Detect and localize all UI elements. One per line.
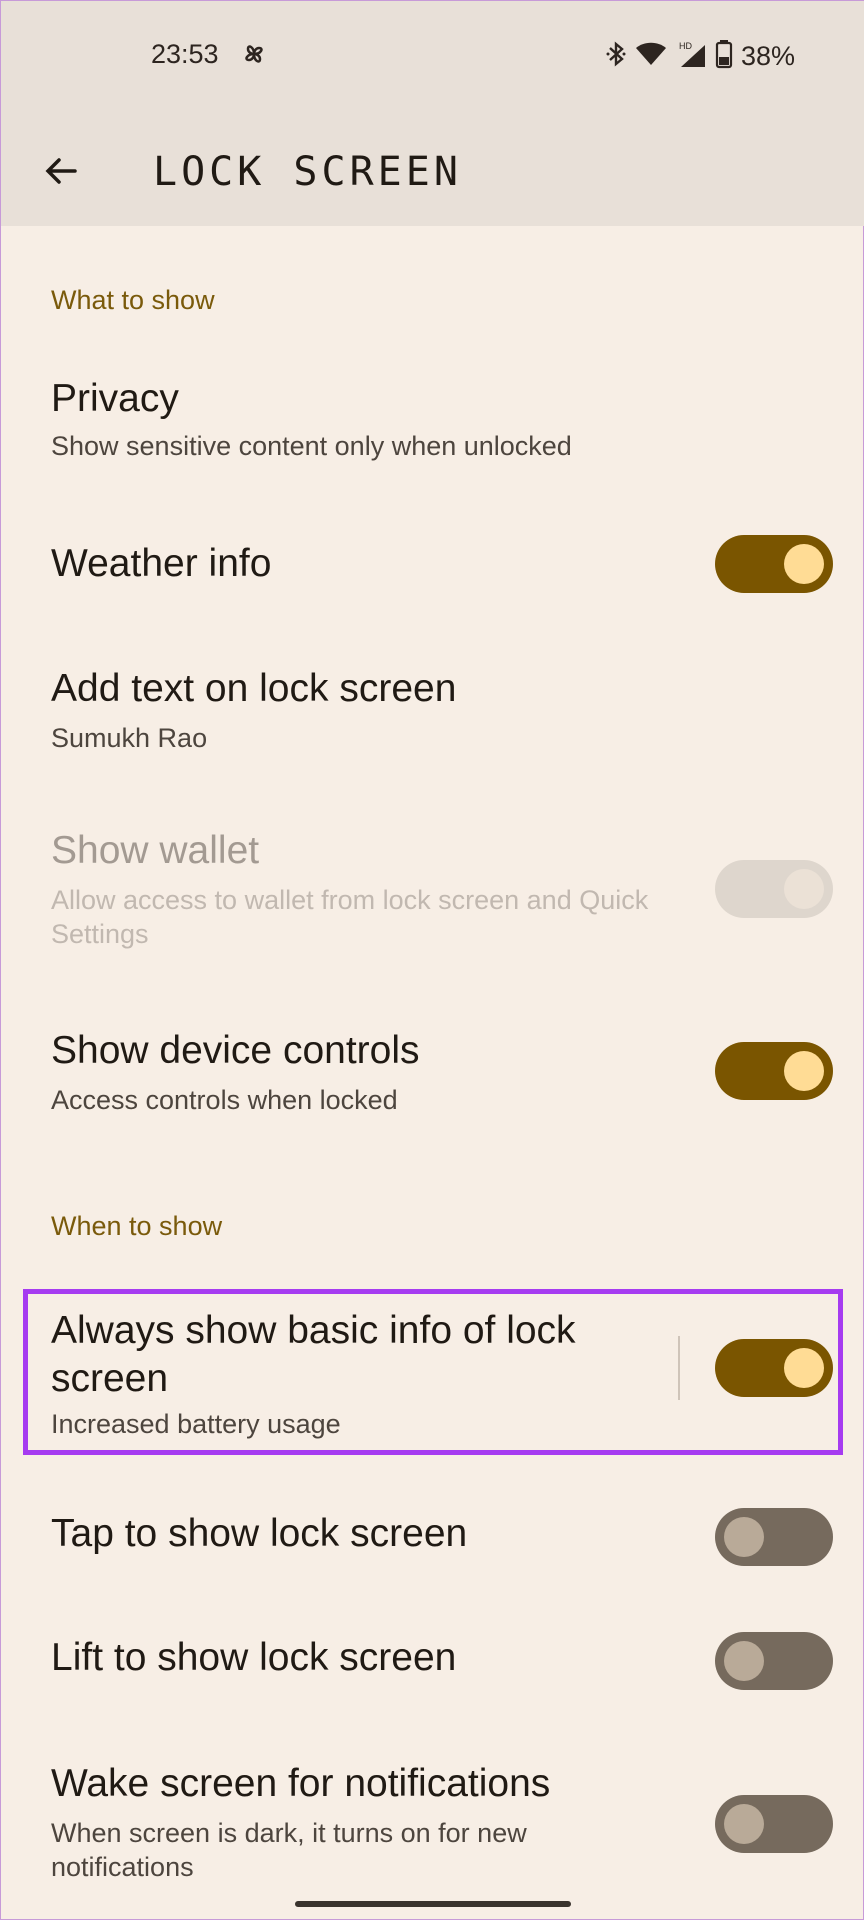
item-subtitle: Access controls when locked	[51, 1085, 398, 1115]
toggle-knob	[784, 869, 824, 909]
lift-to-show-toggle[interactable]	[715, 1632, 833, 1690]
battery-icon	[715, 39, 733, 74]
svg-text:HD: HD	[679, 41, 692, 51]
device-controls-toggle[interactable]	[715, 1042, 833, 1100]
status-time: 23:53	[151, 39, 219, 69]
wifi-icon	[635, 40, 667, 73]
weather-info-toggle[interactable]	[715, 535, 833, 593]
page-title: LOCK SCREEN	[153, 149, 462, 195]
setting-weather-info[interactable]: Weather info	[1, 511, 864, 621]
item-title: Tap to show lock screen	[51, 1512, 468, 1555]
setting-show-wallet[interactable]: Show wallet Allow access to wallet from …	[1, 811, 864, 961]
divider	[678, 1336, 680, 1400]
toggle-knob	[724, 1804, 764, 1844]
setting-add-text[interactable]: Add text on lock screen Sumukh Rao	[1, 651, 864, 771]
setting-lift-to-show[interactable]: Lift to show lock screen	[1, 1606, 864, 1716]
toggle-knob	[724, 1641, 764, 1681]
pinwheel-icon	[239, 39, 269, 74]
setting-show-device-controls[interactable]: Show device controls Access controls whe…	[1, 1011, 864, 1141]
item-title: Wake screen for notifications	[51, 1762, 551, 1805]
section-header-when-to-show: When to show	[51, 1211, 223, 1241]
item-title: Privacy	[51, 377, 179, 420]
item-title: Show device controls	[51, 1029, 420, 1072]
status-bar: 23:53 HD 38%	[1, 1, 864, 111]
toggle-knob	[784, 544, 824, 584]
tap-to-show-toggle[interactable]	[715, 1508, 833, 1566]
item-subtitle: Allow access to wallet from lock screen …	[51, 885, 649, 949]
arrow-left-icon	[39, 158, 83, 197]
item-subtitle: Increased battery usage	[51, 1409, 341, 1439]
item-subtitle: Show sensitive content only when unlocke…	[51, 431, 572, 461]
always-show-toggle[interactable]	[715, 1339, 833, 1397]
app-bar: LOCK SCREEN	[1, 111, 864, 226]
wake-screen-toggle[interactable]	[715, 1795, 833, 1853]
section-header-what-to-show: What to show	[51, 285, 215, 315]
setting-tap-to-show[interactable]: Tap to show lock screen	[1, 1481, 864, 1591]
toggle-knob	[724, 1517, 764, 1557]
item-subtitle: Sumukh Rao	[51, 723, 208, 753]
item-title: Weather info	[51, 542, 272, 585]
gesture-nav-bar[interactable]	[295, 1901, 571, 1907]
setting-privacy[interactable]: Privacy Show sensitive content only when…	[1, 361, 864, 481]
item-subtitle: When screen is dark, it turns on for new…	[51, 1818, 527, 1882]
back-button[interactable]	[39, 149, 83, 193]
setting-wake-screen[interactable]: Wake screen for notifications When scree…	[1, 1746, 864, 1896]
bluetooth-icon	[605, 40, 627, 73]
toggle-knob	[784, 1348, 824, 1388]
show-wallet-toggle[interactable]	[715, 860, 833, 918]
item-title: Add text on lock screen	[51, 667, 457, 710]
hd-signal-icon: HD	[675, 39, 707, 74]
item-title: Lift to show lock screen	[51, 1636, 457, 1679]
item-title: Show wallet	[51, 829, 260, 872]
item-title: Always show basic info of lock screen	[51, 1309, 576, 1400]
battery-percent: 38%	[740, 41, 795, 71]
toggle-knob	[784, 1051, 824, 1091]
